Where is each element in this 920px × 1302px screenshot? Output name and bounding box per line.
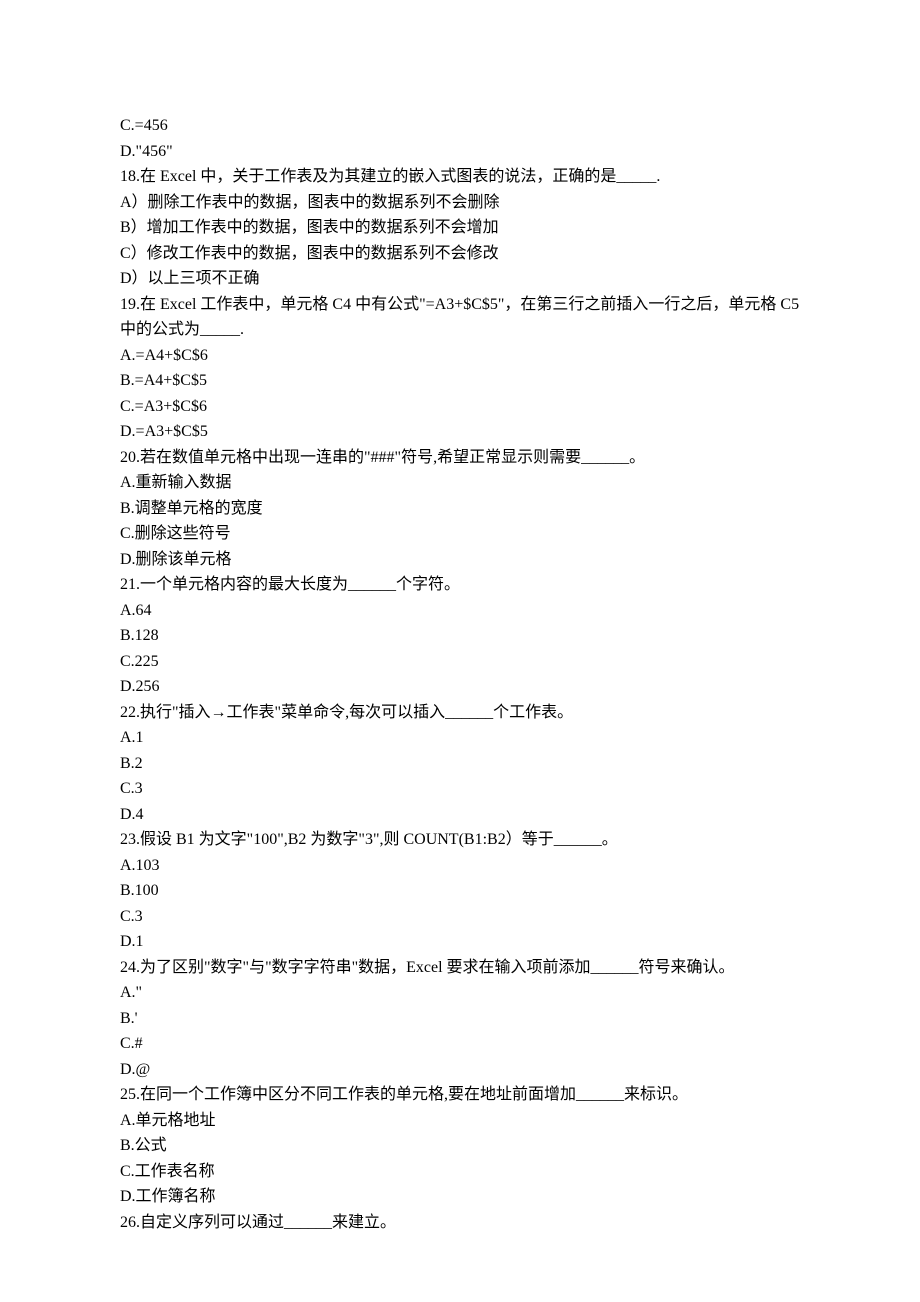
option-text: A.1 <box>120 725 800 751</box>
option-text: D.1 <box>120 929 800 955</box>
document-page: C.=456 D."456" 18.在 Excel 中，关于工作表及为其建立的嵌… <box>0 0 920 1302</box>
option-text: C.3 <box>120 776 800 802</box>
option-text: C.=A3+$C$6 <box>120 394 800 420</box>
option-text: D.=A3+$C$5 <box>120 419 800 445</box>
question-text: 20.若在数值单元格中出现一连串的"###"符号,希望正常显示则需要______… <box>120 445 800 471</box>
option-text: A.64 <box>120 598 800 624</box>
option-text: B）增加工作表中的数据，图表中的数据系列不会增加 <box>120 215 800 241</box>
option-text: B.128 <box>120 623 800 649</box>
option-text: B.=A4+$C$5 <box>120 368 800 394</box>
option-text: A）删除工作表中的数据，图表中的数据系列不会删除 <box>120 190 800 216</box>
question-text: 21.一个单元格内容的最大长度为______个字符。 <box>120 572 800 598</box>
option-text: D.4 <box>120 802 800 828</box>
option-text: D）以上三项不正确 <box>120 266 800 292</box>
option-text: B.公式 <box>120 1133 800 1159</box>
option-text: B.100 <box>120 878 800 904</box>
option-text: A.103 <box>120 853 800 879</box>
option-text: C.3 <box>120 904 800 930</box>
option-text: C.工作表名称 <box>120 1159 800 1185</box>
option-text: C.# <box>120 1031 800 1057</box>
option-text: D.@ <box>120 1057 800 1083</box>
option-text: B.2 <box>120 751 800 777</box>
option-text: A." <box>120 980 800 1006</box>
question-text: 18.在 Excel 中，关于工作表及为其建立的嵌入式图表的说法，正确的是___… <box>120 164 800 190</box>
question-text: 22.执行"插入→工作表"菜单命令,每次可以插入______个工作表。 <box>120 700 800 726</box>
option-text: D.256 <box>120 674 800 700</box>
option-text: A.单元格地址 <box>120 1108 800 1134</box>
question-text: 26.自定义序列可以通过______来建立。 <box>120 1210 800 1236</box>
question-text: 24.为了区别"数字"与"数字字符串"数据，Excel 要求在输入项前添加___… <box>120 955 800 981</box>
option-text: B.' <box>120 1006 800 1032</box>
option-text: B.调整单元格的宽度 <box>120 496 800 522</box>
question-text: 23.假设 B1 为文字"100",B2 为数字"3",则 COUNT(B1:B… <box>120 827 800 853</box>
option-text: D."456" <box>120 139 800 165</box>
option-text: C）修改工作表中的数据，图表中的数据系列不会修改 <box>120 241 800 267</box>
question-text: 19.在 Excel 工作表中，单元格 C4 中有公式"=A3+$C$5"，在第… <box>120 292 800 343</box>
option-text: C.=456 <box>120 113 800 139</box>
option-text: D.工作簿名称 <box>120 1184 800 1210</box>
option-text: A.=A4+$C$6 <box>120 343 800 369</box>
option-text: C.225 <box>120 649 800 675</box>
option-text: A.重新输入数据 <box>120 470 800 496</box>
option-text: D.删除该单元格 <box>120 547 800 573</box>
question-text: 25.在同一个工作簿中区分不同工作表的单元格,要在地址前面增加______来标识… <box>120 1082 800 1108</box>
option-text: C.删除这些符号 <box>120 521 800 547</box>
